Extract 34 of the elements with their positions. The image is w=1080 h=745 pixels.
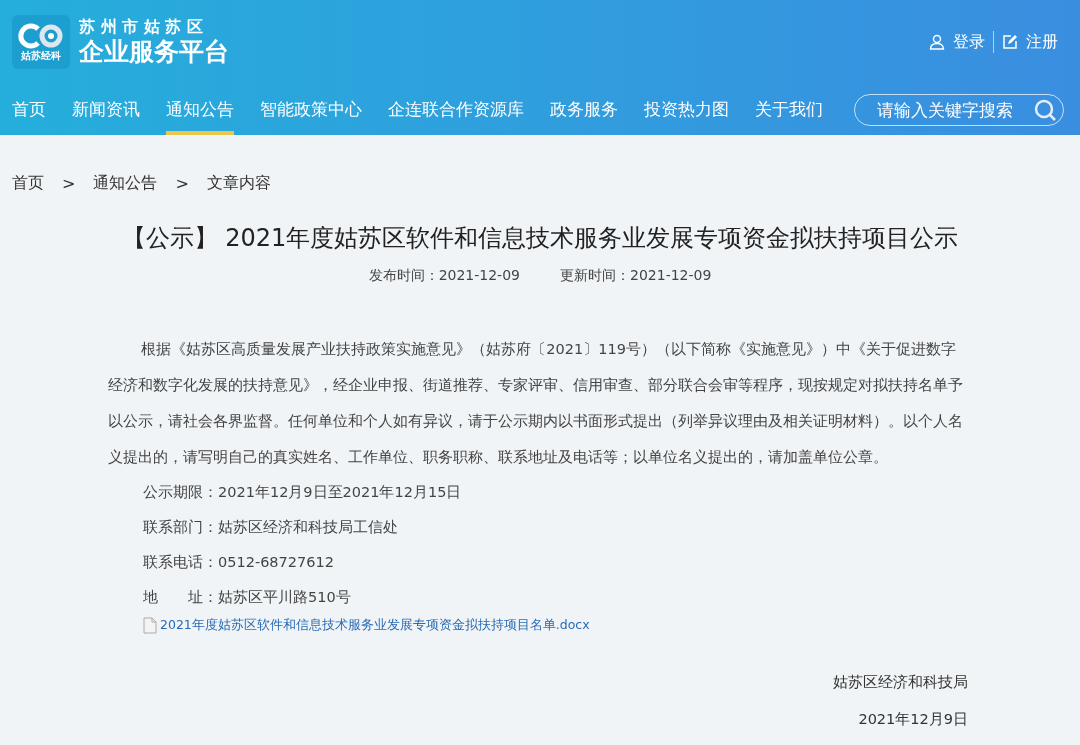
co-logo-icon	[18, 23, 64, 49]
signature-line: 2021年12月9日	[857, 710, 968, 729]
breadcrumb-separator: >	[175, 173, 189, 193]
nav-tab[interactable]: 投资热力图	[644, 84, 729, 135]
detail-line: 联系部门：姑苏区经济和科技局工信处	[143, 518, 399, 537]
article-title: 【公示】 2021年度姑苏区软件和信息技术服务业发展专项资金拟扶持项目公示	[120, 223, 960, 254]
detail-line: 地 址：姑苏区平川路510号	[143, 588, 352, 607]
nav-tab[interactable]: 政务服务	[550, 84, 618, 135]
login-link[interactable]: 登录	[929, 31, 985, 53]
nav-tab[interactable]: 新闻资讯	[72, 84, 140, 135]
platform-title: 企业服务平台	[79, 37, 229, 67]
nav-tab[interactable]: 企连联合作资源库	[388, 84, 524, 135]
nav-tab[interactable]: 首页	[12, 84, 46, 135]
article-paragraph: 根据《姑苏区高质量发展产业扶持政策实施意见》（姑苏府〔2021〕119号）（以下简称《实施意见》）中《关于促进数字经济和数字化发展的扶持意见》，经企业申报、街道推荐、专家评审、信用审查、部分联合会审等程序，现按规定对拟扶持名单予以公示，请社会各界监督。任何单位和个人如有异议，请于公示期内以书面形式提出（列举异议理由及相关证明材料）。以个人名义提出的，请写明自己的真实姓名、工作单位、职务职称、联系地址及电话等；以单位名义提出的，请加盖单位公章。	[108, 340, 964, 467]
attachment-link[interactable]: 2021年度姑苏区软件和信息技术服务业发展专项资金拟扶持项目名单.docx	[160, 617, 590, 634]
publish-date: 发布时间：2021-12-09	[368, 267, 520, 285]
breadcrumb-link[interactable]: 通知公告	[93, 172, 158, 194]
nav-tab[interactable]: 智能政策中心	[260, 84, 362, 135]
detail-line: 公示期限：2021年12月9日至2021年12月15日	[143, 483, 463, 502]
register-link[interactable]: 注册	[1002, 31, 1058, 53]
detail-line: 联系电话：0512-68727612	[143, 553, 335, 572]
edit-icon	[1002, 34, 1018, 50]
user-icon	[929, 34, 945, 50]
logo-caption: 姑苏经科	[21, 51, 61, 61]
nav-tab[interactable]: 通知公告	[166, 84, 234, 135]
breadcrumb-separator: >	[62, 173, 76, 193]
document-icon	[143, 617, 157, 634]
signature-line: 姑苏区经济和科技局	[832, 673, 968, 692]
search-icon[interactable]	[1033, 97, 1057, 122]
site-logo[interactable]: 姑苏经科	[12, 15, 70, 69]
breadcrumb-link[interactable]: 首页	[12, 172, 44, 194]
nav-tab[interactable]: 关于我们	[755, 84, 823, 135]
update-date: 更新时间：2021-12-09	[560, 267, 712, 285]
district-name: 苏 州 市 姑 苏 区	[79, 17, 204, 37]
